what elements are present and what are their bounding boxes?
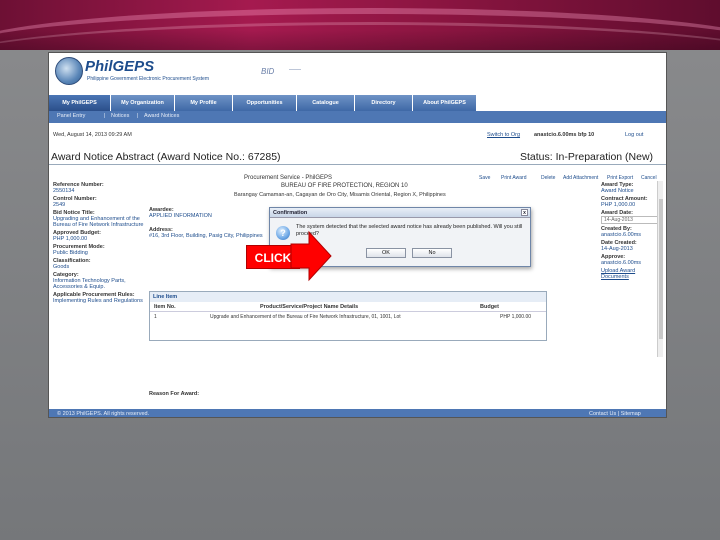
dialog-title-text: Confirmation	[273, 210, 308, 216]
field-value: Information Technology Parts, Accessorie…	[53, 278, 126, 290]
user-bar: Wed, August 14, 2013 09:29 AM Switch to …	[49, 129, 666, 141]
subnav-separator: |	[137, 113, 139, 119]
field-value: Implementing Rules and Regulations	[53, 298, 143, 304]
screenshot-frame: PhilGEPS Philippine Government Electroni…	[48, 52, 667, 418]
field-value: PHP 1,000.00	[53, 236, 88, 242]
subnav-separator: |	[104, 113, 106, 119]
arrow-right-icon	[290, 230, 332, 282]
logout-link[interactable]: Log out	[625, 132, 643, 138]
col-budget: Budget	[480, 304, 499, 310]
page-title: Award Notice Abstract (Award Notice No.:…	[51, 151, 281, 163]
subnav-notices[interactable]: Notices	[111, 113, 129, 119]
field-value: 14-Aug-2013	[601, 246, 633, 252]
line-item-header: Line Item	[150, 292, 546, 302]
brand-name: PhilGEPS	[85, 58, 155, 75]
current-date: Wed, August 14, 2013 09:29 AM	[53, 132, 132, 138]
org-address: Barangay Camaman-an, Cagayan de Oro City…	[234, 192, 446, 198]
save-button[interactable]: Save	[479, 175, 490, 181]
col-item-no: Item No.	[154, 304, 176, 310]
switch-org-link[interactable]: Switch to Org	[487, 132, 520, 138]
header-mark-2: ——	[289, 67, 301, 73]
col-product: Product/Service/Project Name Details	[260, 304, 359, 310]
philgeps-logo-icon	[55, 57, 83, 85]
reason-label: Reason For Award:	[149, 391, 200, 397]
main-nav: My PhilGEPS My Organization My Profile O…	[49, 95, 666, 111]
brand-subtitle: Philippine Government Electronic Procure…	[87, 76, 209, 82]
org-name: Procurement Service - PhilGEPS	[244, 175, 333, 181]
field-value: 2549	[53, 202, 66, 208]
row-budget: PHP 1,000.00	[500, 314, 532, 320]
field-value: anastcio.6.00ms	[601, 232, 642, 238]
ok-button[interactable]: OK	[366, 248, 406, 258]
site-header: PhilGEPS Philippine Government Electroni…	[49, 53, 666, 93]
field-value: Goods	[53, 264, 70, 270]
slide-banner	[0, 0, 720, 50]
dialog-title: Confirmation x	[270, 208, 530, 218]
upload-documents-link[interactable]: Upload Award Documents	[601, 268, 661, 280]
sub-nav: Panel Entry | Notices | Award Notices	[49, 111, 666, 123]
row-item-no: 1	[154, 314, 157, 320]
print-award-button[interactable]: Print Award	[501, 175, 526, 181]
status-label: Status: In-Preparation (New)	[520, 151, 654, 163]
field-value: PHP 1,000.00	[601, 202, 636, 208]
subnav-panel-entry[interactable]: Panel Entry	[57, 113, 85, 119]
field-value: anastcio.6.00ms	[601, 260, 642, 266]
site-footer: © 2013 PhilGEPS. All rights reserved. Co…	[49, 409, 666, 417]
footer-links[interactable]: Contact Us | Sitemap	[589, 411, 641, 417]
field-value: Award Notice	[601, 188, 634, 194]
left-fields: Reference Number: 2550134 Control Number…	[53, 181, 145, 306]
subnav-award-notices[interactable]: Award Notices	[144, 113, 179, 119]
field-value: Public Bidding	[53, 250, 88, 256]
header-mark: BID	[261, 67, 275, 76]
copyright: © 2013 PhilGEPS. All rights reserved.	[57, 411, 150, 417]
scrollbar[interactable]	[657, 181, 663, 357]
tab-my-philgeps[interactable]: My PhilGEPS	[49, 95, 111, 111]
question-icon: ?	[276, 226, 290, 240]
close-icon[interactable]: x	[521, 209, 528, 216]
tab-my-profile[interactable]: My Profile	[175, 95, 233, 111]
no-button[interactable]: No	[412, 248, 452, 258]
row-description: Upgrade and Enhancement of the Bureau of…	[210, 314, 401, 320]
right-fields: Award Type: Award Notice Contract Amount…	[601, 181, 661, 282]
tab-opportunities[interactable]: Opportunities	[233, 95, 297, 111]
org-region: BUREAU OF FIRE PROTECTION, REGION 10	[281, 183, 408, 189]
table-header-row: Item No. Product/Service/Project Name De…	[150, 302, 546, 312]
page-title-bar: Award Notice Abstract (Award Notice No.:…	[49, 151, 666, 165]
tab-my-organization[interactable]: My Organization	[111, 95, 175, 111]
tab-directory[interactable]: Directory	[355, 95, 413, 111]
scrollbar-thumb[interactable]	[659, 199, 663, 339]
tab-about-philgeps[interactable]: About PhilGEPS	[413, 95, 477, 111]
field-value: 2550134	[53, 188, 75, 194]
field-value: Upgrading and Enhancement of the Bureau …	[53, 216, 144, 228]
tab-catalogue[interactable]: Catalogue	[297, 95, 355, 111]
table-row: 1 Upgrade and Enhancement of the Bureau …	[150, 312, 546, 332]
user-name: anastcio.6.00ms bfp 10	[534, 132, 595, 138]
add-attachment-button[interactable]: Add Attachment	[563, 175, 598, 181]
award-date-input[interactable]: 14-Aug-2013	[601, 216, 659, 224]
delete-button[interactable]: Delete	[541, 175, 555, 181]
line-item-table: Line Item Item No. Product/Service/Proje…	[149, 291, 547, 341]
